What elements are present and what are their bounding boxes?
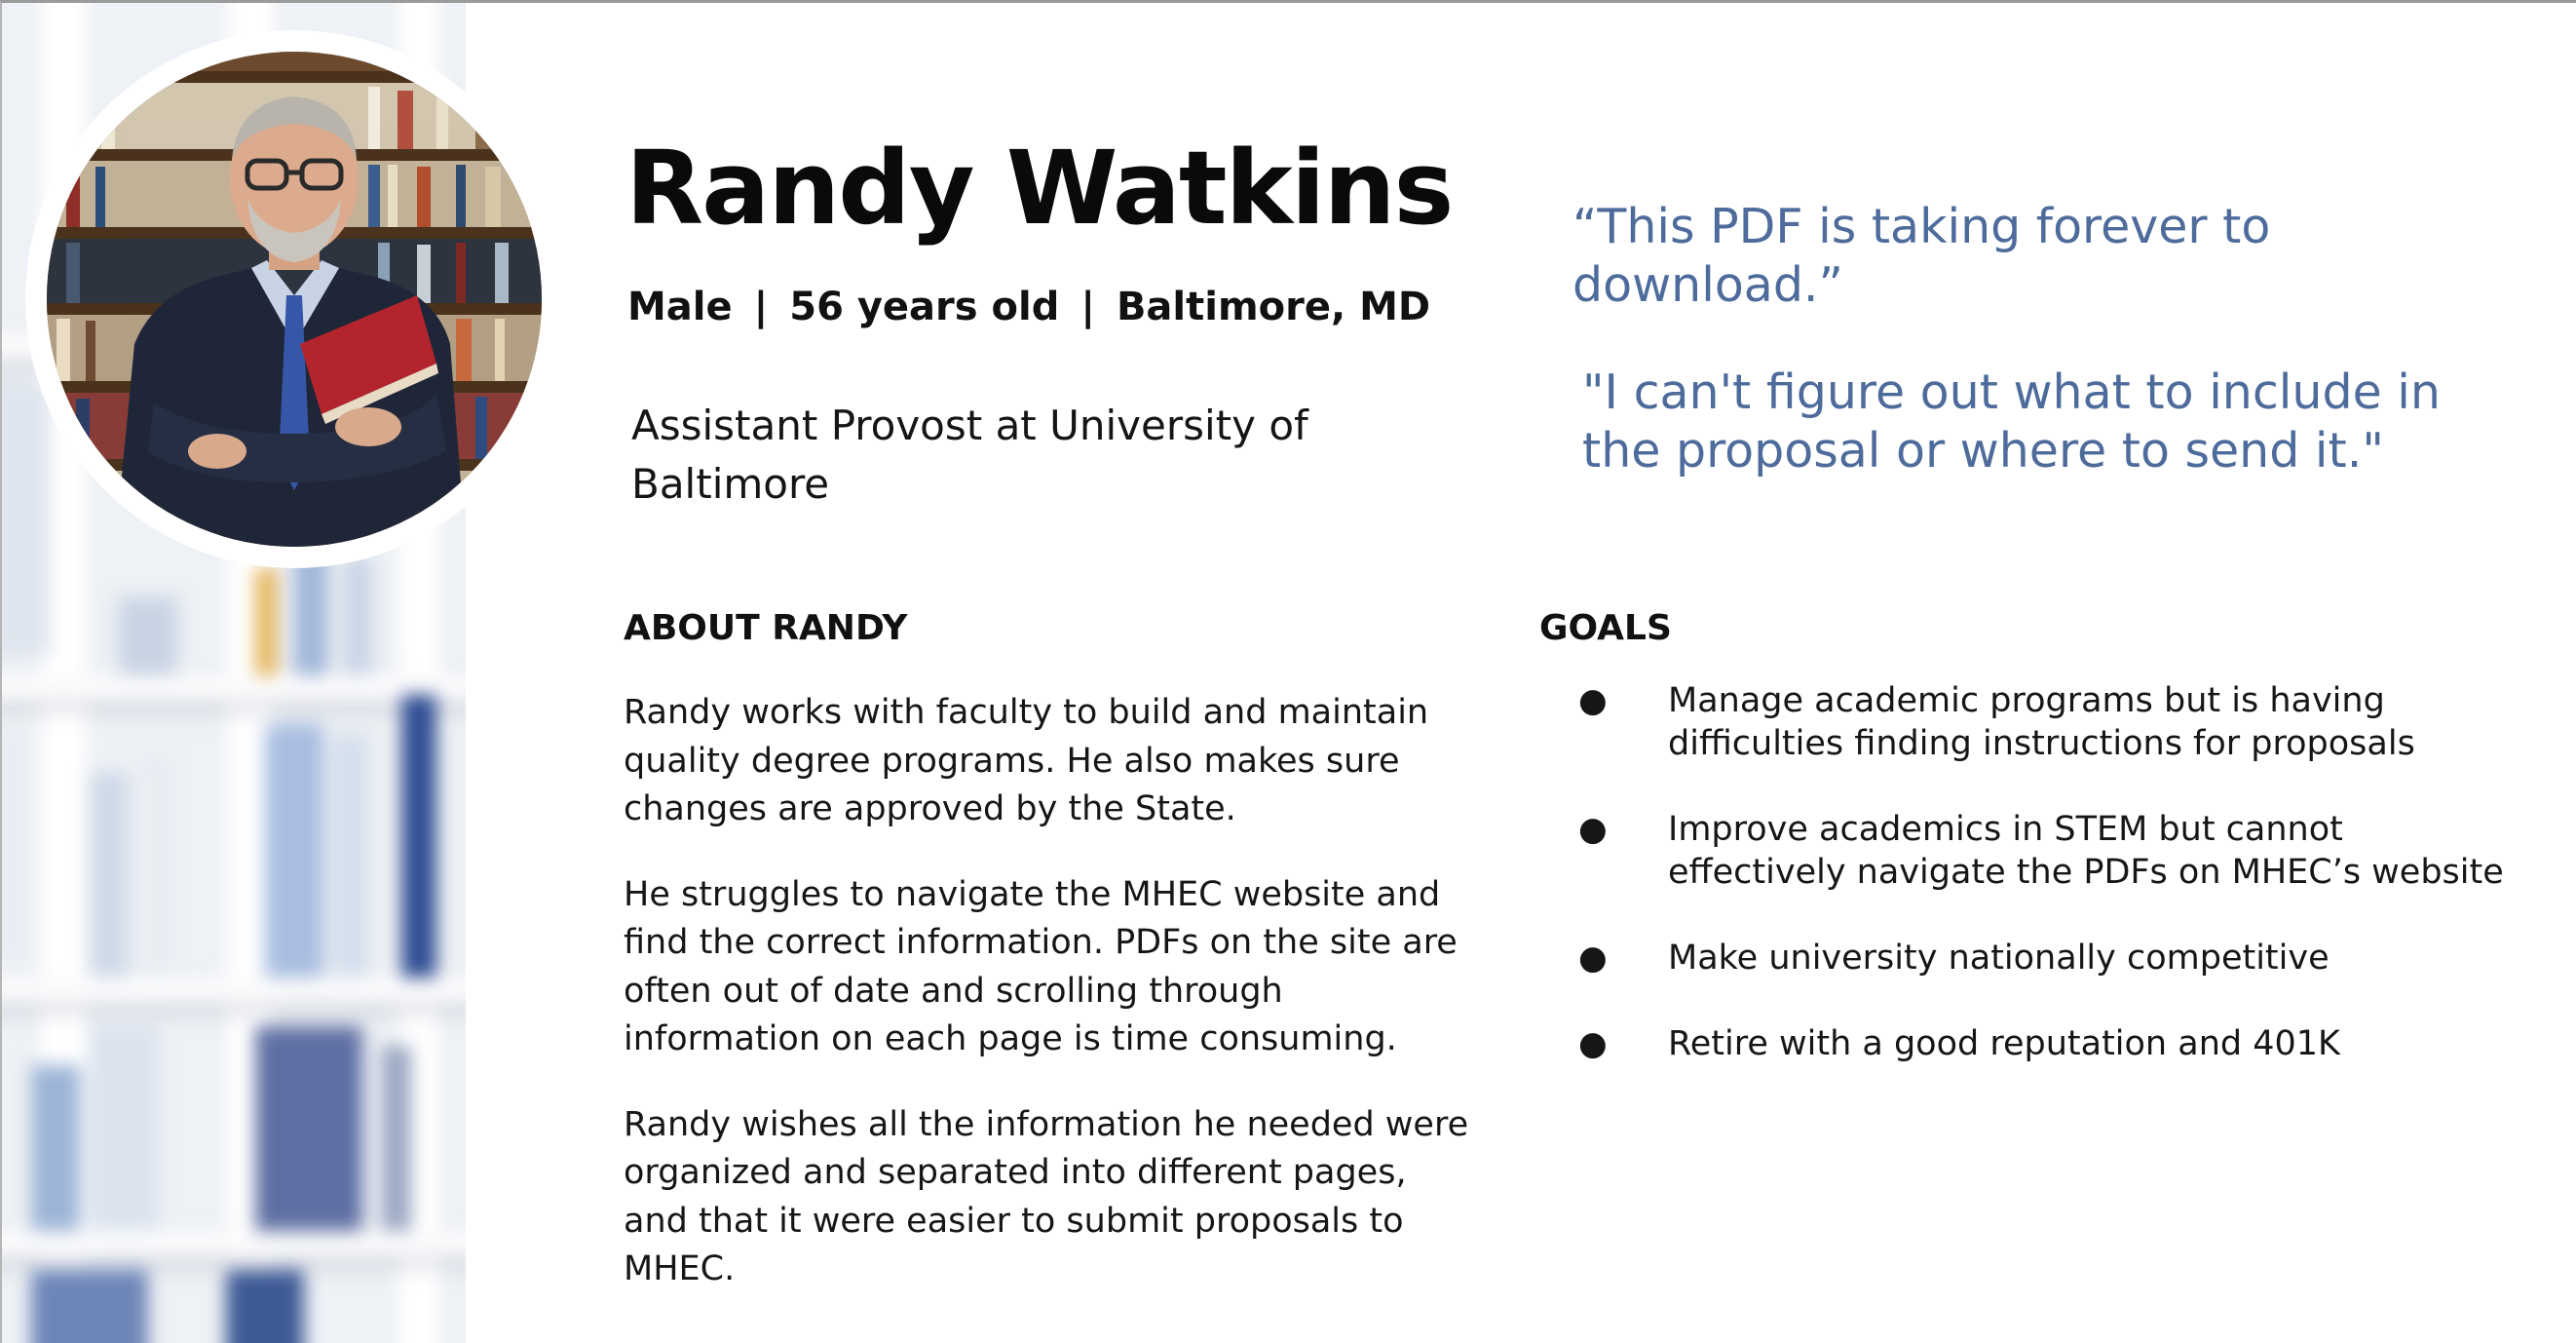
about-section: Randy works with faculty to build and ma… xyxy=(624,689,1481,1331)
goal-text: Make university nationally competitive xyxy=(1668,939,2330,978)
bullet-dot-icon: ● xyxy=(1578,810,1608,849)
persona-gender: Male xyxy=(627,285,733,329)
separator: | xyxy=(1080,285,1095,329)
persona-photo xyxy=(47,52,542,547)
goal-item: ● Make university nationally competitive xyxy=(1578,937,2514,979)
persona-location: Baltimore, MD xyxy=(1116,285,1431,329)
goal-text: Retire with a good reputation and 401K xyxy=(1668,1024,2340,1063)
persona-avatar xyxy=(25,30,563,568)
bullet-dot-icon: ● xyxy=(1578,939,1608,978)
goal-item: ● Retire with a good reputation and 401K xyxy=(1578,1022,2514,1065)
goal-text: Manage academic programs but is having d… xyxy=(1668,681,2415,763)
goals-list: ● Manage academic programs but is having… xyxy=(1578,679,2514,1108)
persona-name: Randy Watkins xyxy=(625,129,1454,248)
separator: | xyxy=(753,285,769,329)
goal-item: ● Improve academics in STEM but cannot e… xyxy=(1578,808,2514,894)
goals-heading: GOALS xyxy=(1539,608,1672,648)
persona-age: 56 years old xyxy=(789,285,1060,329)
bullet-dot-icon: ● xyxy=(1578,681,1608,720)
about-paragraph: Randy wishes all the information he need… xyxy=(624,1104,1469,1289)
goal-item: ● Manage academic programs but is having… xyxy=(1578,679,2514,765)
persona-quote-1: “This PDF is taking forever to download.… xyxy=(1572,199,2271,313)
persona-job-title: Assistant Provost at University of Balti… xyxy=(631,402,1308,508)
persona-slide: Randy Watkins Male | 56 years old | Baltimor… xyxy=(0,0,2576,1343)
goal-text: Improve academics in STEM but cannot eff… xyxy=(1668,810,2504,892)
persona-demographics: Male | 56 years old | Baltimore, MD xyxy=(627,288,1430,326)
about-heading: ABOUT RANDY xyxy=(624,608,908,648)
about-paragraph: Randy works with faculty to build and ma… xyxy=(624,693,1429,828)
bullet-dot-icon: ● xyxy=(1578,1024,1608,1063)
about-paragraph: He struggles to navigate the MHEC websit… xyxy=(624,874,1458,1059)
persona-quote-2: "I can't figure out what to include in t… xyxy=(1582,365,2441,479)
